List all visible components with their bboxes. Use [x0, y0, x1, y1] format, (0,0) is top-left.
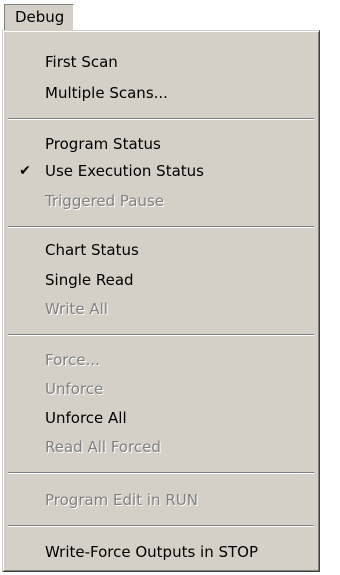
menu-item-multiple-scans[interactable]: Multiple Scans...: [6, 81, 316, 106]
menu-item-single-read[interactable]: Single Read: [6, 268, 316, 293]
menu-item-use-execution-status[interactable]: ✔ Use Execution Status: [6, 159, 316, 184]
menu-item-write-all: Write All: [6, 297, 316, 322]
menu-bar: Debug: [0, 0, 340, 32]
debug-dropdown-menu: First Scan Multiple Scans... Program Sta…: [2, 30, 320, 572]
menu-item-chart-status[interactable]: Chart Status: [6, 238, 316, 263]
menu-item-label: Force...: [45, 351, 100, 369]
menu-item-label: Program Edit in RUN: [45, 491, 198, 509]
menu-separator: [8, 226, 314, 228]
menu-item-label: Chart Status: [45, 241, 139, 259]
menu-item-label: Write All: [45, 300, 108, 318]
menu-separator: [8, 472, 314, 474]
menu-item-label: First Scan: [45, 53, 118, 71]
menu-item-label: Single Read: [45, 271, 134, 289]
menu-item-label: Write-Force Outputs in STOP: [45, 543, 259, 561]
menu-item-label: Triggered Pause: [45, 192, 165, 210]
menu-separator: [8, 118, 314, 120]
menu-separator: [8, 334, 314, 336]
menu-item-program-status[interactable]: Program Status: [6, 132, 316, 157]
menu-item-label: Program Status: [45, 135, 161, 153]
menu-debug[interactable]: Debug: [4, 4, 75, 30]
menu-item-unforce-all[interactable]: Unforce All: [6, 406, 316, 431]
menu-item-read-all-forced: Read All Forced: [6, 435, 316, 460]
checkmark-icon: ✔: [19, 163, 31, 179]
menu-item-label: Unforce All: [45, 409, 127, 427]
menu-separator: [8, 525, 314, 527]
menu-item-write-force-outputs-in-stop[interactable]: Write-Force Outputs in STOP: [6, 540, 316, 565]
menu-item-first-scan[interactable]: First Scan: [6, 50, 316, 75]
menu-item-program-edit-in-run: Program Edit in RUN: [6, 488, 316, 513]
menu-item-force: Force...: [6, 348, 316, 373]
menu-item-label: Read All Forced: [45, 438, 161, 456]
menu-item-unforce: Unforce: [6, 377, 316, 402]
menu-item-triggered-pause: Triggered Pause: [6, 189, 316, 214]
menu-item-label: Multiple Scans...: [45, 84, 168, 102]
menu-item-label: Unforce: [45, 380, 104, 398]
menu-item-label: Use Execution Status: [45, 162, 204, 180]
